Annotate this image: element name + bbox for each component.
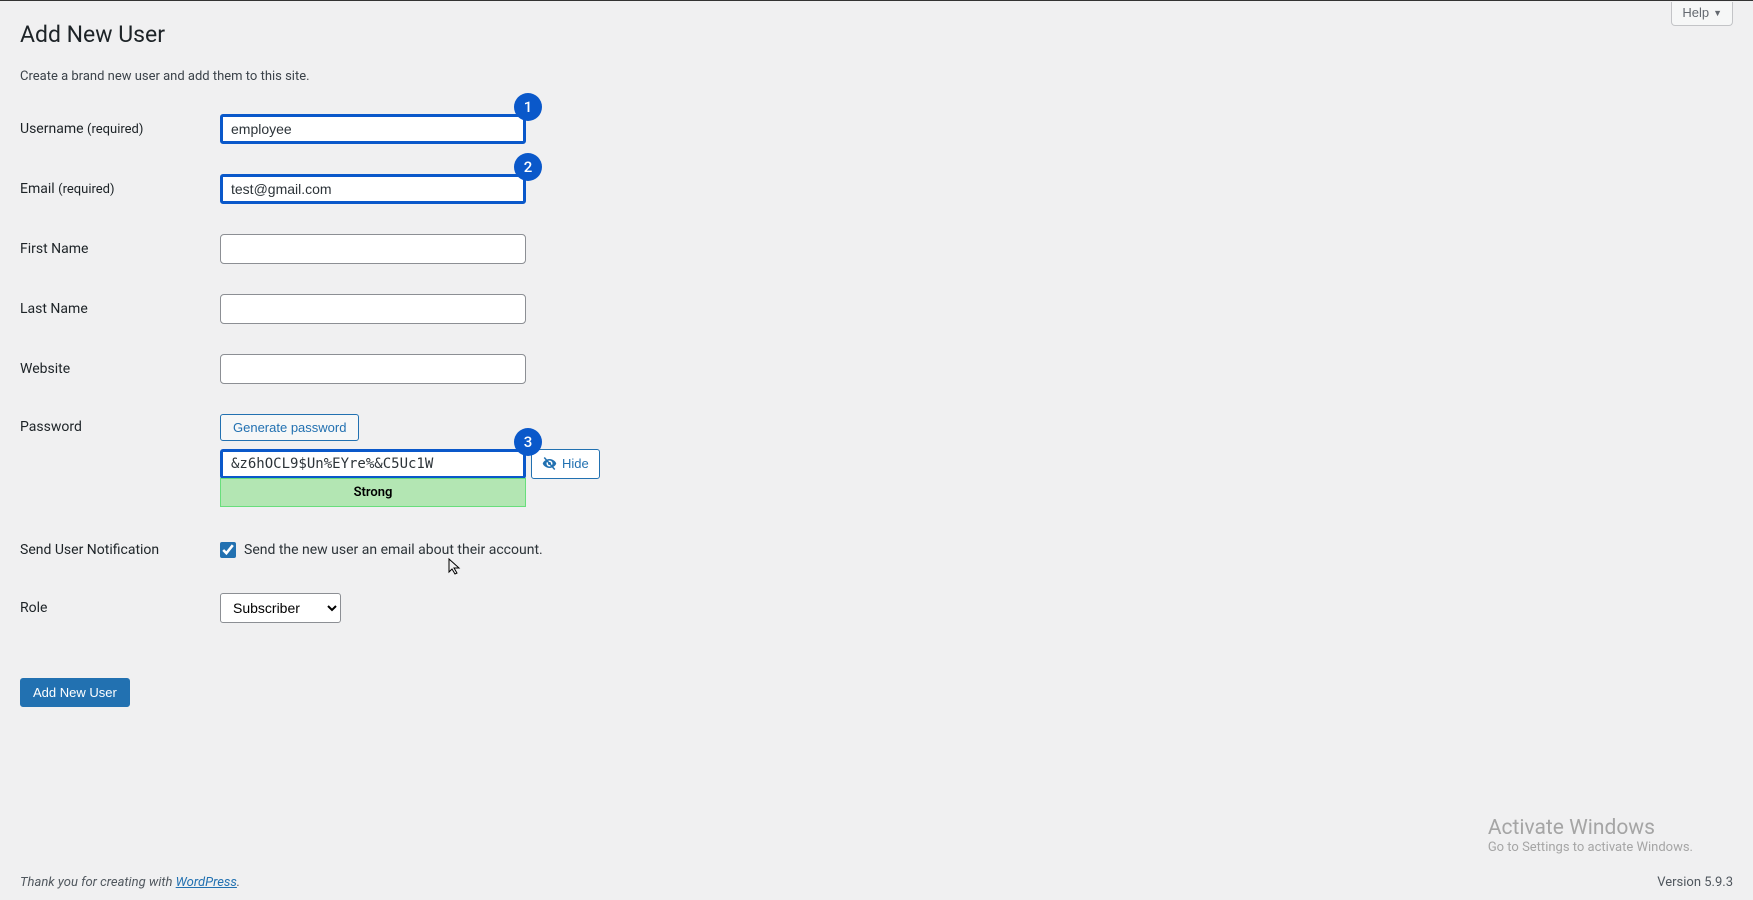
email-label: Email (20, 181, 55, 197)
password-input[interactable] (220, 449, 526, 479)
firstname-label: First Name (20, 241, 88, 257)
role-select[interactable]: Subscriber (220, 593, 341, 623)
notification-checkbox[interactable] (220, 542, 236, 558)
chevron-down-icon: ▼ (1713, 8, 1722, 18)
username-label: Username (20, 121, 84, 137)
email-input[interactable] (220, 174, 526, 204)
hide-label: Hide (562, 456, 589, 471)
username-input[interactable] (220, 114, 526, 144)
lastname-input[interactable] (220, 294, 526, 324)
website-input[interactable] (220, 354, 526, 384)
notification-text: Send the new user an email about their a… (244, 542, 543, 558)
notification-checkbox-label[interactable]: Send the new user an email about their a… (220, 542, 1723, 558)
notification-label: Send User Notification (20, 542, 159, 558)
generate-password-button[interactable]: Generate password (220, 414, 359, 441)
footer-credit: Thank you for creating with WordPress. (20, 875, 240, 890)
windows-activation-watermark: Activate Windows Go to Settings to activ… (1488, 816, 1693, 855)
page-subtitle: Create a brand new user and add them to … (20, 69, 1733, 84)
step-badge-2: 2 (514, 153, 542, 181)
required-text: (required) (58, 182, 114, 197)
role-label: Role (20, 600, 47, 616)
password-label: Password (20, 419, 82, 435)
help-label: Help (1682, 5, 1709, 20)
add-new-user-button[interactable]: Add New User (20, 678, 130, 707)
footer-version: Version 5.9.3 (1657, 875, 1733, 890)
hide-password-button[interactable]: Hide (531, 449, 600, 479)
help-tab-button[interactable]: Help ▼ (1671, 2, 1733, 26)
eye-slash-icon (542, 456, 557, 471)
website-label: Website (20, 361, 70, 377)
password-strength-indicator: Strong (220, 478, 526, 507)
lastname-label: Last Name (20, 301, 88, 317)
step-badge-1: 1 (514, 93, 542, 121)
page-title: Add New User (20, 11, 165, 54)
step-badge-3: 3 (514, 428, 542, 456)
wordpress-link[interactable]: WordPress (176, 875, 237, 890)
firstname-input[interactable] (220, 234, 526, 264)
required-text: (required) (87, 122, 143, 137)
